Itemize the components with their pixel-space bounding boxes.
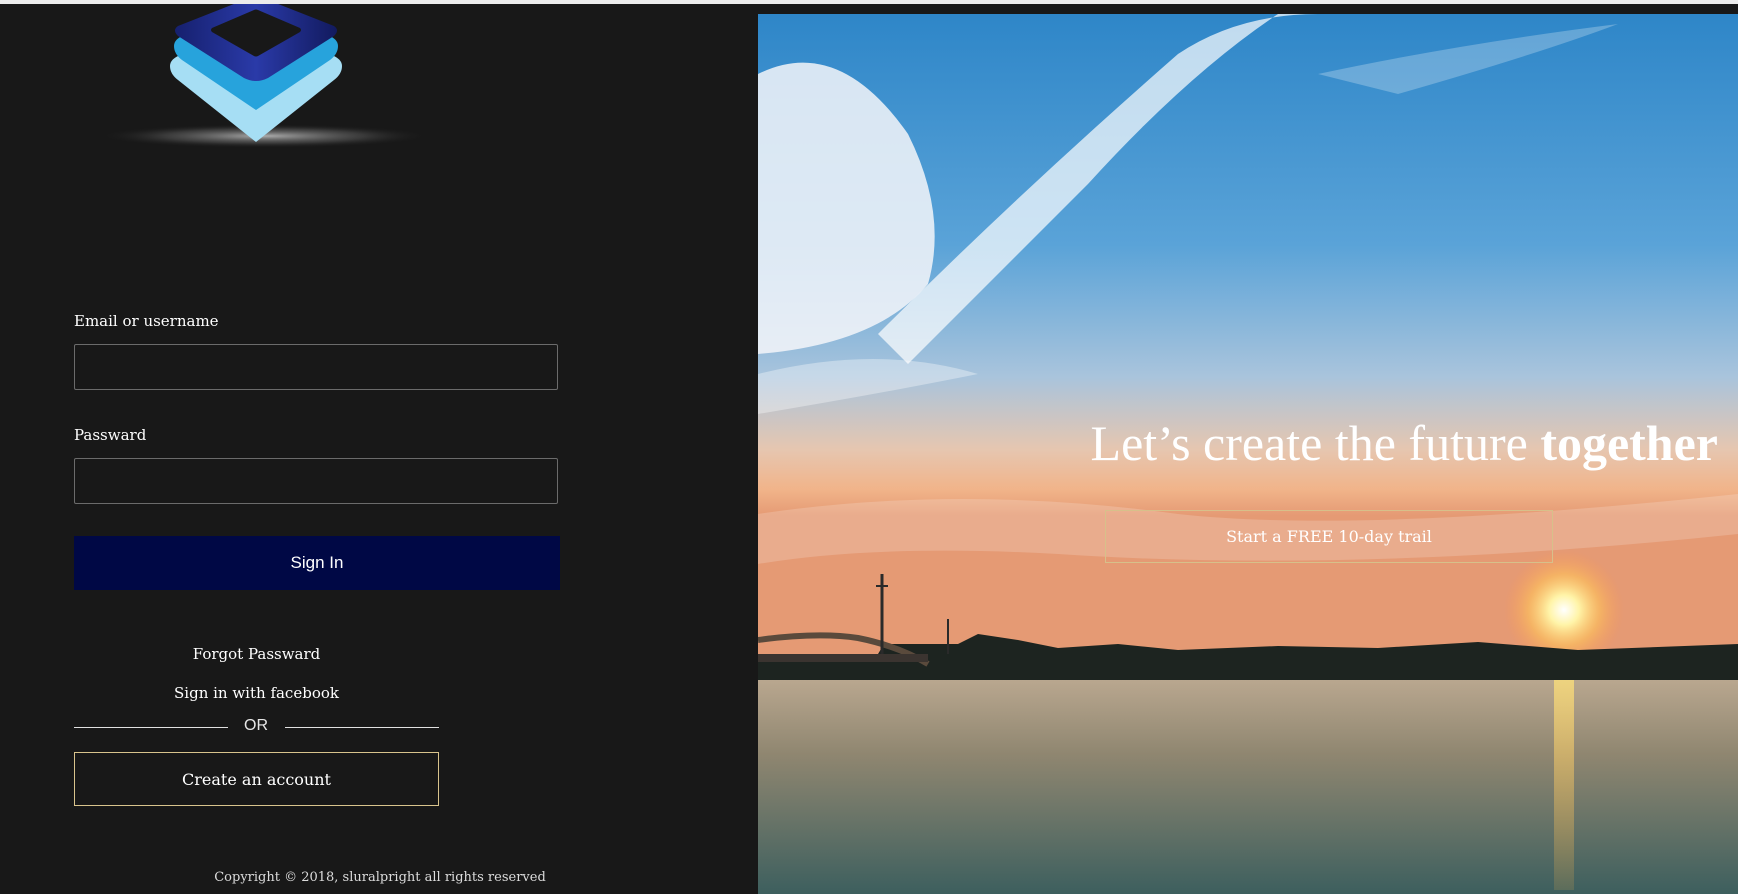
create-account-button[interactable]: Create an account — [74, 752, 439, 806]
hero-panel: Let’s create the future together Start a… — [758, 14, 1738, 894]
facebook-signin-link[interactable]: Sign in with facebook — [74, 684, 439, 702]
copyright-text: Copyright © 2018, sluralpright all right… — [214, 870, 546, 885]
hero-title-regular: Let’s create the future — [1090, 415, 1541, 471]
login-panel: Email or username Passward Sign In Forgo… — [0, 4, 758, 894]
stacked-layers-logo-icon — [99, 4, 429, 148]
hero-title: Let’s create the future together — [878, 414, 1718, 472]
or-divider-label: OR — [244, 717, 268, 734]
password-label: Passward — [74, 426, 147, 444]
or-divider-left — [74, 727, 228, 728]
forgot-password-link[interactable]: Forgot Passward — [74, 645, 439, 663]
sign-in-button[interactable]: Sign In — [74, 536, 560, 590]
email-label: Email or username — [74, 312, 219, 330]
hero-title-bold: together — [1540, 415, 1718, 471]
free-trial-button[interactable]: Start a FREE 10-day trail — [1105, 510, 1553, 563]
email-input[interactable] — [74, 344, 558, 390]
password-input[interactable] — [74, 458, 558, 504]
or-divider-right — [285, 727, 439, 728]
